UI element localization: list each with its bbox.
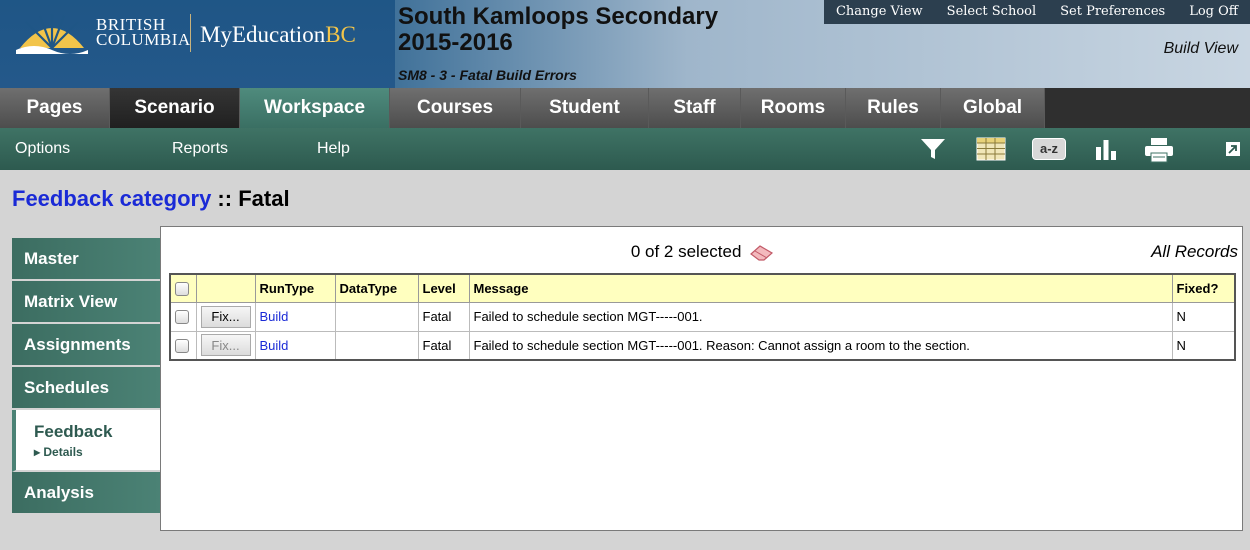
fix-header bbox=[195, 273, 256, 303]
tab-courses[interactable]: Courses bbox=[390, 88, 521, 128]
grid-icon[interactable] bbox=[976, 137, 1006, 161]
school-name: South Kamloops Secondary bbox=[398, 3, 719, 30]
sidebar-item-feedback[interactable]: Feedback ▸ Details bbox=[12, 410, 160, 472]
context-label: SM8 - 3 - Fatal Build Errors bbox=[398, 67, 577, 83]
tab-pages[interactable]: Pages bbox=[0, 88, 110, 128]
bc-wordmark: BRITISH COLUMBIA bbox=[96, 16, 191, 49]
bc-line-2: COLUMBIA bbox=[96, 30, 191, 49]
top-links: Change View Select School Set Preference… bbox=[823, 0, 1250, 24]
title-value: Fatal bbox=[238, 186, 290, 211]
bc-logo[interactable]: BRITISH COLUMBIA MyEducationBC bbox=[0, 0, 395, 88]
selected-count: 0 of 2 selected bbox=[630, 242, 742, 261]
sidebar-item-master[interactable]: Master bbox=[12, 238, 160, 281]
main-tabs: Pages Scenario Workspace Courses Student… bbox=[0, 88, 1250, 128]
selection-summary: 0 of 2 selected bbox=[161, 242, 1244, 262]
runtype-link[interactable]: Build bbox=[260, 309, 289, 324]
side-nav: Master Matrix View Assignments Schedules… bbox=[12, 238, 160, 515]
table-header-row: RunType DataType Level Message Fixed? bbox=[169, 273, 1236, 303]
sidebar-item-schedules[interactable]: Schedules bbox=[12, 367, 160, 410]
tab-rooms[interactable]: Rooms bbox=[741, 88, 846, 128]
level-cell: Fatal bbox=[417, 301, 470, 332]
chart-icon[interactable] bbox=[1095, 137, 1117, 161]
message-header[interactable]: Message bbox=[468, 273, 1173, 303]
fix-button[interactable]: Fix... bbox=[200, 334, 251, 357]
runtype-cell: Build bbox=[254, 301, 336, 332]
datatype-header[interactable]: DataType bbox=[334, 273, 419, 303]
eraser-icon[interactable] bbox=[750, 244, 774, 262]
row-checkbox[interactable] bbox=[175, 310, 189, 325]
level-cell: Fatal bbox=[417, 330, 470, 361]
product-suffix: BC bbox=[325, 22, 356, 47]
select-all-checkbox[interactable] bbox=[175, 282, 189, 297]
sun-logo-icon bbox=[16, 14, 88, 54]
content-panel: 0 of 2 selected All Records RunType Data… bbox=[160, 226, 1243, 531]
change-view-link[interactable]: Change View bbox=[824, 0, 935, 24]
sort-az-icon[interactable]: a-z bbox=[1032, 138, 1066, 160]
print-icon[interactable] bbox=[1144, 137, 1174, 163]
log-off-link[interactable]: Log Off bbox=[1177, 0, 1250, 24]
row-checkbox[interactable] bbox=[175, 339, 189, 354]
sidebar-item-feedback-label: Feedback bbox=[34, 421, 113, 441]
runtype-link[interactable]: Build bbox=[260, 338, 289, 353]
product-name: MyEducation bbox=[200, 22, 326, 47]
tab-workspace[interactable]: Workspace bbox=[240, 88, 390, 128]
runtype-cell: Build bbox=[254, 330, 336, 361]
sidebar-subitem-details[interactable]: ▸ Details bbox=[34, 445, 83, 459]
message-cell: Failed to schedule section MGT-----001. … bbox=[468, 330, 1173, 361]
app-header: BRITISH COLUMBIA MyEducationBC South Kam… bbox=[0, 0, 1250, 88]
table-row[interactable]: Fix... Build Fatal Failed to schedule se… bbox=[169, 330, 1236, 361]
tab-global[interactable]: Global bbox=[941, 88, 1045, 128]
sidebar-item-analysis[interactable]: Analysis bbox=[12, 472, 160, 515]
runtype-header[interactable]: RunType bbox=[254, 273, 336, 303]
current-view-label: Build View bbox=[1163, 40, 1238, 57]
fixed-cell: N bbox=[1171, 330, 1236, 361]
message-cell: Failed to schedule section MGT-----001. bbox=[468, 301, 1173, 332]
row-select-cell bbox=[169, 330, 197, 361]
row-select-cell bbox=[169, 301, 197, 332]
tab-rules[interactable]: Rules bbox=[846, 88, 941, 128]
feedback-category-link[interactable]: Feedback category bbox=[12, 186, 211, 211]
fixed-cell: N bbox=[1171, 301, 1236, 332]
tab-student[interactable]: Student bbox=[521, 88, 649, 128]
help-menu[interactable]: Help bbox=[317, 140, 350, 158]
logo-divider bbox=[190, 14, 191, 52]
select-school-link[interactable]: Select School bbox=[935, 0, 1048, 24]
filter-icon[interactable] bbox=[920, 137, 946, 161]
fix-cell: Fix... bbox=[195, 330, 256, 361]
school-year: 2015-2016 bbox=[398, 29, 513, 56]
fix-cell: Fix... bbox=[195, 301, 256, 332]
set-preferences-link[interactable]: Set Preferences bbox=[1048, 0, 1177, 24]
level-header[interactable]: Level bbox=[417, 273, 470, 303]
table-row[interactable]: Fix... Build Fatal Failed to schedule se… bbox=[169, 301, 1236, 332]
product-wordmark: MyEducationBC bbox=[200, 22, 356, 48]
datatype-cell bbox=[334, 330, 419, 361]
fix-button[interactable]: Fix... bbox=[200, 305, 251, 328]
reports-menu[interactable]: Reports bbox=[172, 140, 228, 158]
select-all-header bbox=[169, 273, 197, 303]
feedback-table: RunType DataType Level Message Fixed? Fi… bbox=[169, 273, 1236, 361]
title-separator: :: bbox=[211, 186, 239, 211]
sidebar-item-assignments[interactable]: Assignments bbox=[12, 324, 160, 367]
datatype-cell bbox=[334, 301, 419, 332]
tab-staff[interactable]: Staff bbox=[649, 88, 741, 128]
sidebar-item-matrix-view[interactable]: Matrix View bbox=[12, 281, 160, 324]
page-title: Feedback category :: Fatal bbox=[12, 186, 290, 212]
fixed-header[interactable]: Fixed? bbox=[1171, 273, 1236, 303]
tab-scenario[interactable]: Scenario bbox=[110, 88, 240, 128]
record-scope[interactable]: All Records bbox=[1151, 242, 1238, 262]
sub-menu-bar: Options Reports Help a-z bbox=[0, 128, 1250, 170]
popout-icon[interactable] bbox=[1226, 142, 1240, 156]
options-menu[interactable]: Options bbox=[15, 140, 70, 158]
